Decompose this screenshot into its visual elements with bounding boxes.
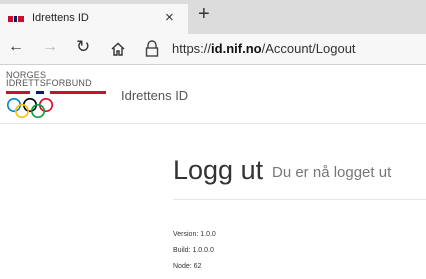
nif-logo[interactable]: NORGES IDRETTSFORBUND — [6, 71, 106, 119]
home-icon[interactable] — [110, 41, 126, 57]
url-prefix: https:// — [172, 41, 212, 56]
browser-tab[interactable]: Idrettens ID × — [0, 4, 188, 34]
page-title: Logg ut — [173, 155, 264, 185]
back-arrow-icon[interactable]: ← — [8, 38, 24, 56]
address-bar: ← → ↻ https://id.nif.no/Account/Logout — [0, 34, 426, 65]
page-subtitle: Du er nå logget ut — [272, 164, 392, 181]
logo-flag-bar — [6, 91, 106, 94]
url-path: /Account/Logout — [261, 41, 356, 56]
version-text: Version: 1.0.0 — [173, 231, 216, 238]
forward-arrow-icon[interactable]: → — [42, 38, 58, 56]
node-text: Node: 62 — [173, 263, 202, 270]
reload-icon[interactable]: ↻ — [76, 37, 90, 57]
olympic-rings-icon — [7, 98, 53, 118]
close-icon[interactable]: × — [165, 9, 174, 26]
tab-strip: Idrettens ID × + — [0, 0, 426, 34]
tab-title: Idrettens ID — [32, 12, 89, 24]
logo-line2: IDRETTSFORBUND — [6, 78, 92, 88]
lock-icon — [145, 40, 159, 57]
url-field[interactable]: https://id.nif.no/Account/Logout — [172, 41, 356, 56]
favicon-icon — [8, 16, 24, 22]
url-host: id.nif.no — [211, 41, 262, 56]
divider — [173, 199, 426, 200]
site-title[interactable]: Idrettens ID — [121, 88, 188, 103]
plus-icon[interactable]: + — [198, 3, 210, 26]
build-text: Build: 1.0.0.0 — [173, 247, 214, 254]
site-header: NORGES IDRETTSFORBUND Idrettens ID — [0, 65, 426, 124]
